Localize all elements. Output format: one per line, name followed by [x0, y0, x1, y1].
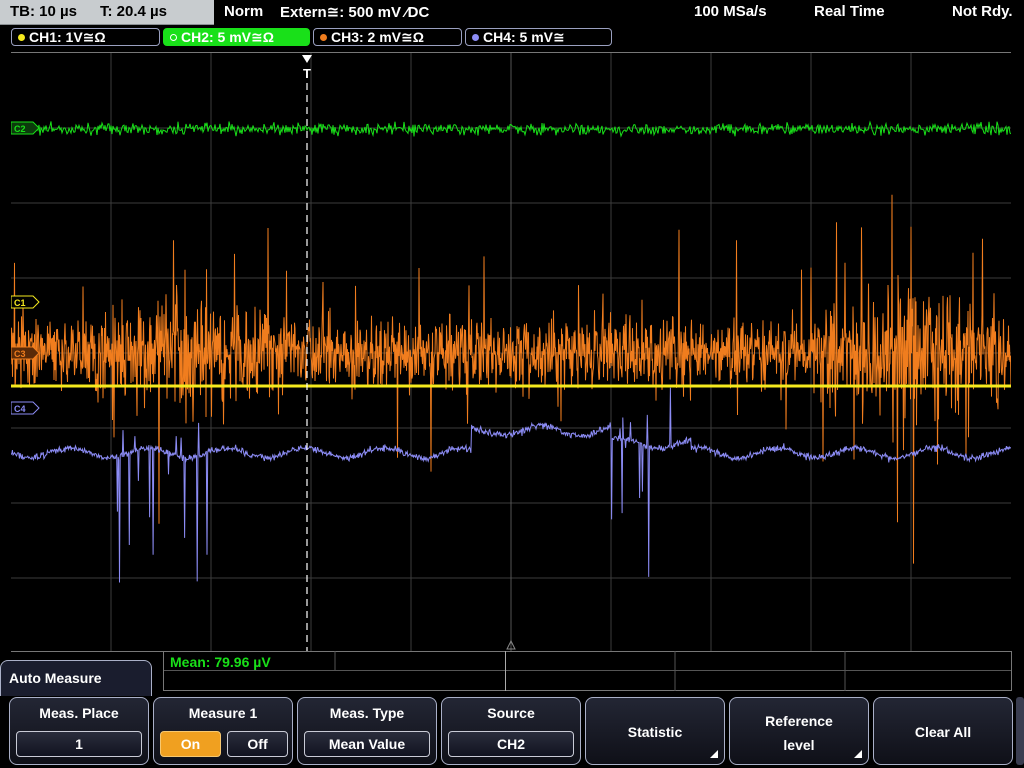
channel-button-ch3[interactable]: CH3: 2 mV≅Ω — [313, 28, 462, 46]
acquisition-mode: Real Time — [814, 3, 885, 20]
clear-all-softkey[interactable]: Clear All — [873, 697, 1013, 765]
trigger-status: Not Rdy. — [952, 3, 1013, 20]
clear-all-label: Clear All — [914, 724, 972, 740]
measure1-label: Measure 1 — [188, 705, 258, 721]
channel-button-ch1[interactable]: CH1: 1V≅Ω — [11, 28, 160, 46]
channel-button-ch2[interactable]: CH2: 5 mV≅Ω — [163, 28, 310, 46]
measure1-off-toggle[interactable]: Off — [227, 731, 288, 757]
ch3-color-icon — [320, 34, 327, 41]
ch3-ground-marker: C3 — [10, 346, 40, 360]
ch1-label: CH1: 1V≅Ω — [29, 29, 106, 45]
ch2-color-icon — [170, 34, 177, 41]
trigger-marker-label: T — [303, 66, 311, 81]
meas-place-label: Meas. Place — [39, 705, 119, 721]
reference-level-label-line2: level — [783, 737, 815, 753]
measurement-area — [163, 651, 1012, 691]
statistic-softkey[interactable]: Statistic — [585, 697, 725, 765]
trigger-time-readout: T: 20.4 µs — [100, 3, 168, 20]
source-softkey[interactable]: Source CH2 — [441, 697, 581, 765]
menu-scroll-indicator — [1016, 697, 1024, 765]
trigger-source[interactable]: Extern≅: 500 mV ⁄DC — [280, 3, 429, 21]
submenu-arrow-icon — [710, 750, 718, 758]
ch1-color-icon — [18, 34, 25, 41]
reference-level-label-line1: Reference — [765, 713, 833, 729]
measure1-softkey[interactable]: Measure 1 On Off — [153, 697, 293, 765]
svg-text:C4: C4 — [14, 404, 26, 414]
ch3-label: CH3: 2 mV≅Ω — [331, 29, 424, 45]
meas-type-label: Meas. Type — [329, 705, 405, 721]
ch2-label: CH2: 5 mV≅Ω — [181, 29, 274, 45]
submenu-arrow-icon — [854, 750, 862, 758]
ch1-ground-marker: C1 — [10, 295, 40, 309]
waveform-display[interactable]: T C2 C1 C3 C4 — [10, 52, 1012, 652]
meas-place-value[interactable]: 1 — [16, 731, 142, 757]
meas-place-softkey[interactable]: Meas. Place 1 — [9, 697, 149, 765]
trigger-mode[interactable]: Norm — [224, 3, 263, 20]
svg-text:C1: C1 — [14, 298, 26, 308]
svg-text:C2: C2 — [14, 124, 26, 134]
measure1-on-toggle[interactable]: On — [160, 731, 221, 757]
source-value[interactable]: CH2 — [448, 731, 574, 757]
ch4-ground-marker: C4 — [10, 401, 40, 415]
channel-button-ch4[interactable]: CH4: 5 mV≅ — [465, 28, 612, 46]
waveform-canvas: T C2 C1 C3 C4 — [10, 53, 1012, 651]
meas-type-softkey[interactable]: Meas. Type Mean Value — [297, 697, 437, 765]
reference-level-softkey[interactable]: Reference level — [729, 697, 869, 765]
ch4-label: CH4: 5 mV≅ — [483, 29, 565, 45]
timebase-readout: TB: 10 µs — [10, 3, 77, 20]
ch2-ground-marker: C2 — [10, 121, 40, 135]
statistic-label: Statistic — [627, 724, 683, 740]
menu-title: Auto Measure — [9, 670, 102, 686]
meas-type-value[interactable]: Mean Value — [304, 731, 430, 757]
source-label: Source — [487, 705, 535, 721]
measurement-readout: Mean: 79.96 µV — [170, 654, 271, 670]
sample-rate: 100 MSa/s — [694, 3, 767, 20]
svg-text:C3: C3 — [14, 349, 26, 359]
ch4-color-icon — [472, 34, 479, 41]
